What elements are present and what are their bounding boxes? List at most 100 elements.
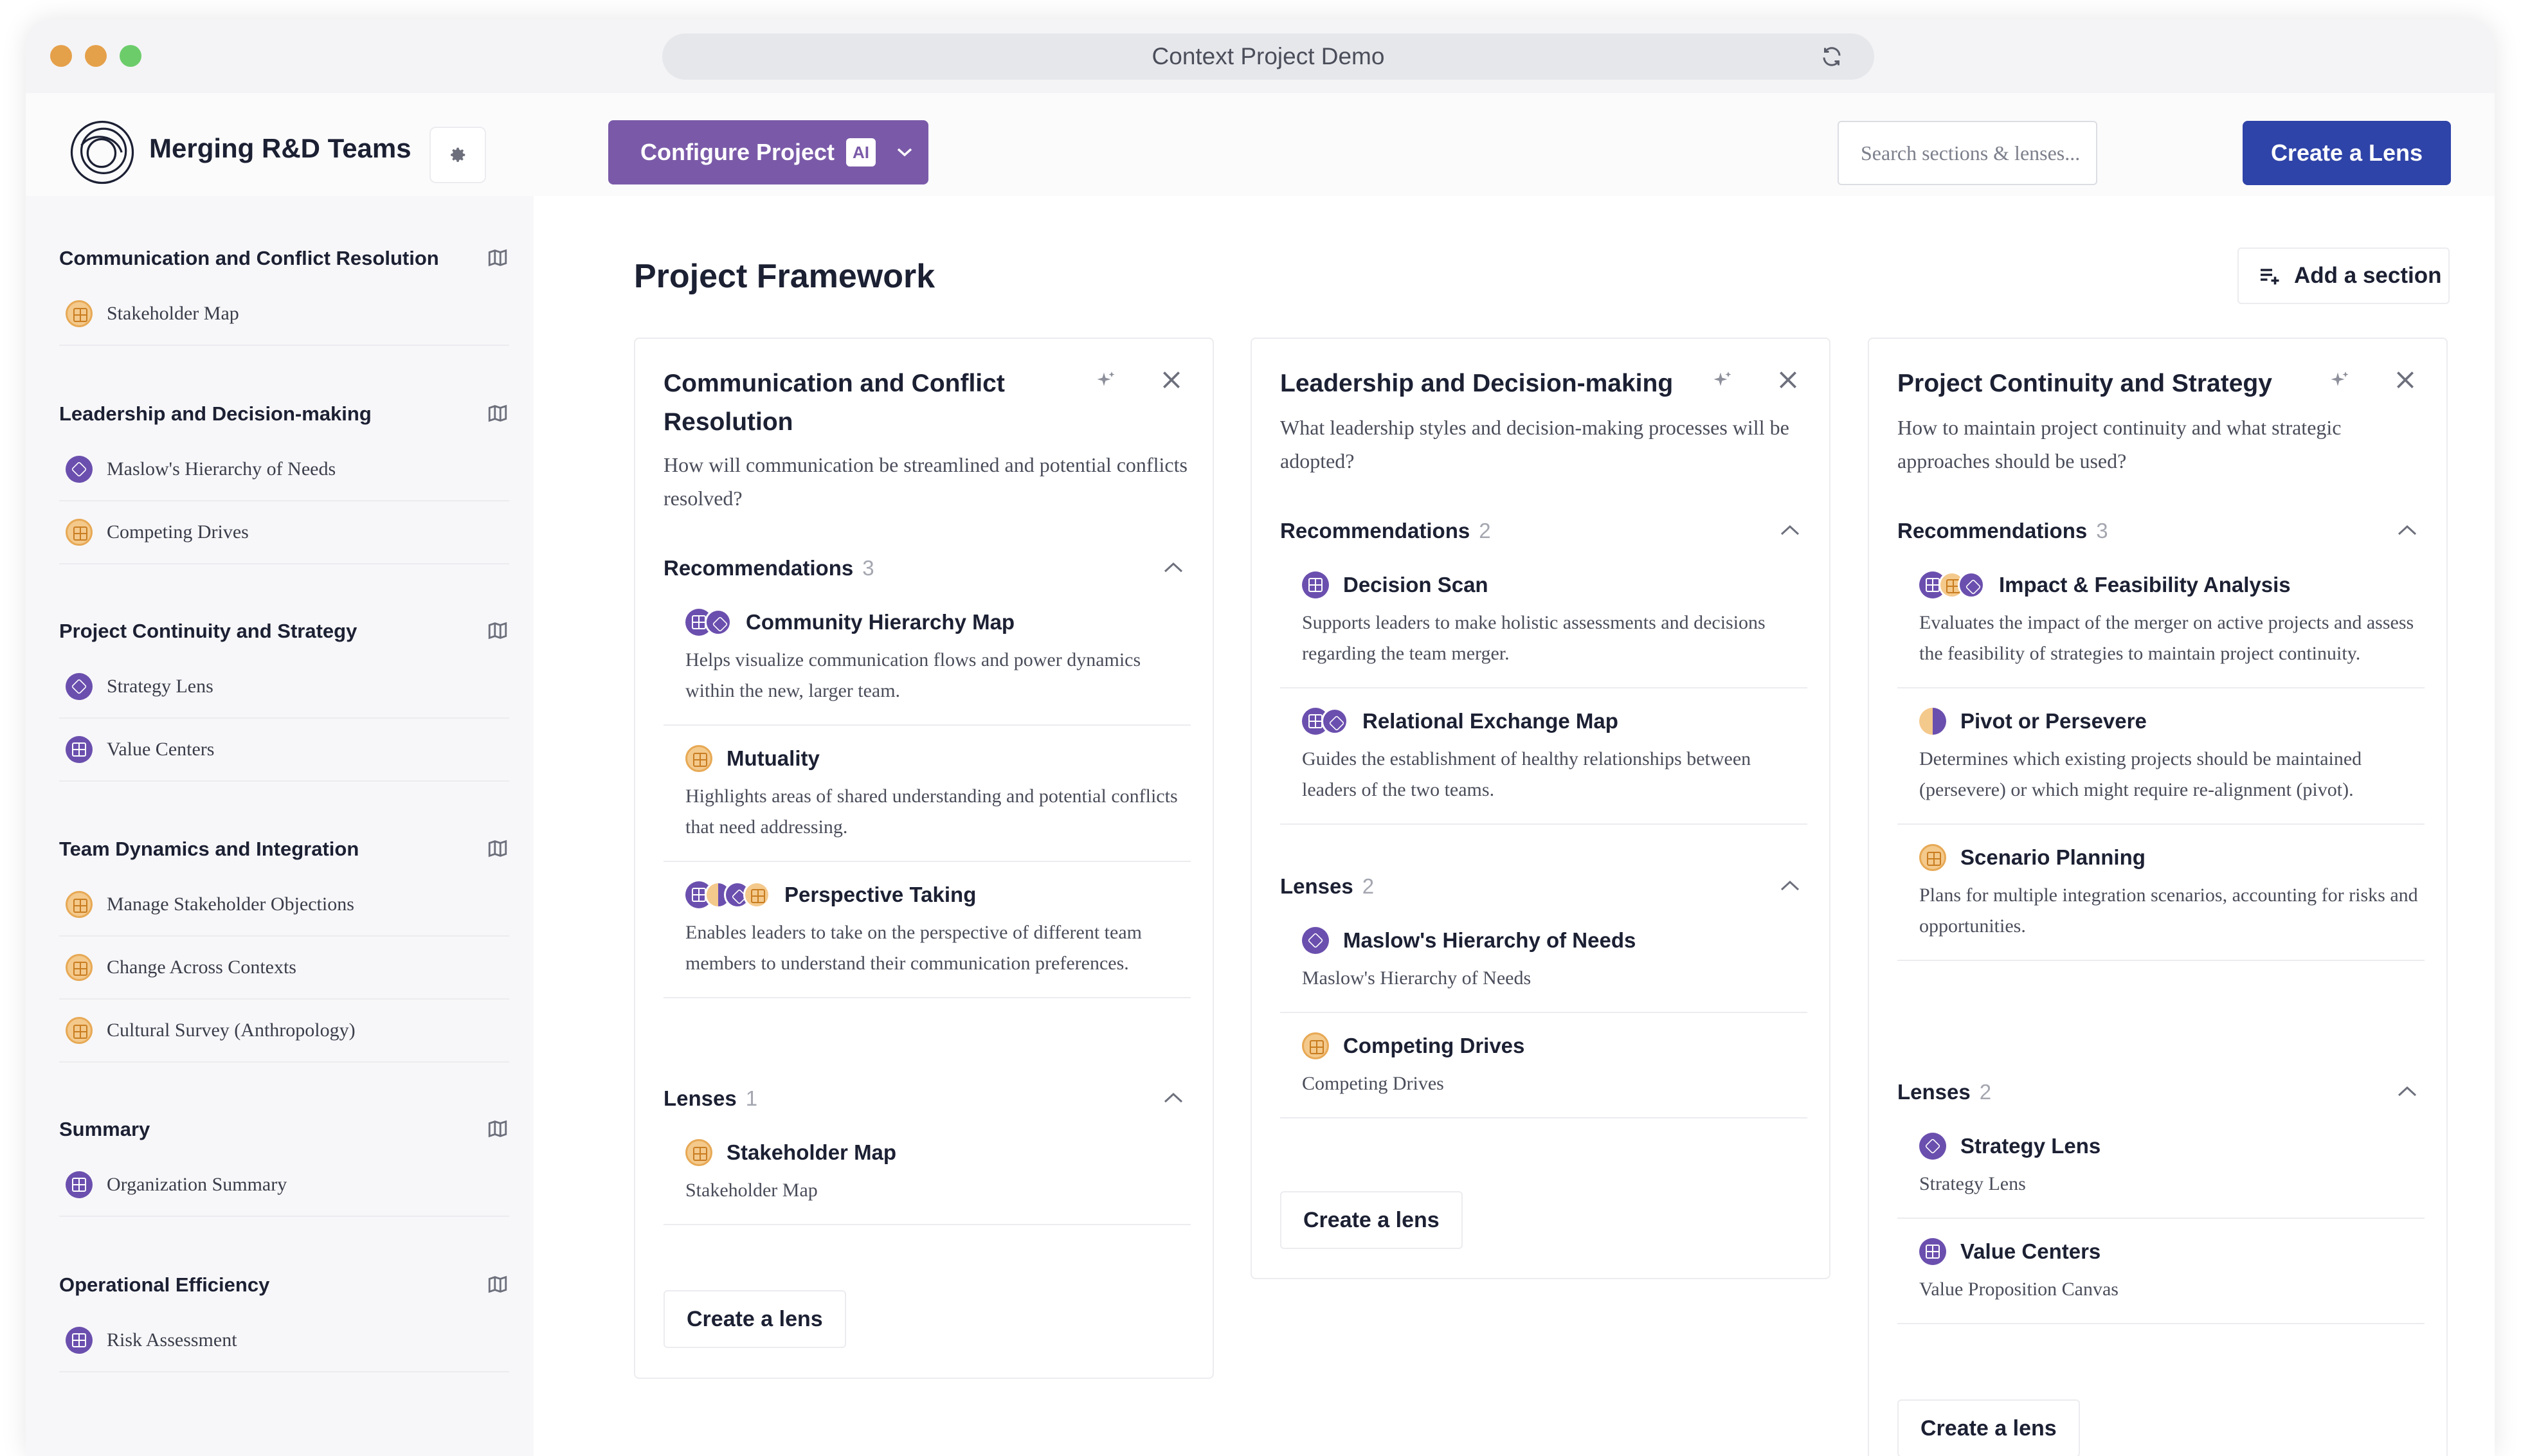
create-lens-small-button[interactable]: Create a lens <box>1897 1399 2080 1456</box>
sidebar-section-header[interactable]: Operational Efficiency <box>59 1264 509 1309</box>
add-list-icon <box>2261 269 2279 285</box>
minimize-window-button[interactable] <box>85 45 107 67</box>
sidebar-item[interactable]: Organization Summary <box>59 1154 509 1217</box>
gear-icon <box>451 147 465 162</box>
sidebar-section: Leadership and Decision-making Maslow's … <box>59 393 509 564</box>
lens-item[interactable]: Value Centers Value Proposition Canvas <box>1897 1219 2425 1324</box>
chevron-up-icon[interactable] <box>1779 523 1801 537</box>
sparkle-icon[interactable] <box>2328 370 2351 393</box>
grid-lens-icon <box>66 1171 93 1198</box>
sidebar-item-label: Risk Assessment <box>107 1329 237 1351</box>
recommendations-header[interactable]: Recommendations 3 <box>1897 514 2425 552</box>
lens-title: Competing Drives <box>1343 1034 1525 1057</box>
lens-item[interactable]: Competing Drives Competing Drives <box>1280 1013 1807 1119</box>
chevron-up-icon[interactable] <box>1162 1090 1184 1104</box>
sidebar-item-label: Manage Stakeholder Objections <box>107 894 354 915</box>
sidebar-section-header[interactable]: Communication and Conflict Resolution <box>59 238 509 283</box>
sidebar-item[interactable]: Stakeholder Map <box>59 283 509 346</box>
layers-lens-icon <box>1919 1133 1946 1160</box>
create-lens-small-button[interactable]: Create a lens <box>1280 1191 1463 1249</box>
maximize-window-button[interactable] <box>120 45 141 67</box>
recommendations-header[interactable]: Recommendations 3 <box>664 551 1191 589</box>
settings-button[interactable] <box>429 127 486 183</box>
sidebar-section-title: Project Continuity and Strategy <box>59 620 357 642</box>
chevron-up-icon[interactable] <box>2396 1084 2418 1098</box>
recommendation-item[interactable]: Scenario Planning Plans for multiple int… <box>1897 825 2425 961</box>
lenses-header[interactable]: Lenses 1 <box>664 1081 1191 1120</box>
logo-icon <box>70 120 134 184</box>
recommendation-item[interactable]: Impact & Feasibility Analysis Evaluates … <box>1897 552 2425 688</box>
address-bar[interactable]: Context Project Demo <box>662 33 1874 80</box>
sparkle-icon[interactable] <box>1094 370 1117 393</box>
card-description: How to maintain project continuity and w… <box>1897 416 2342 472</box>
lenses-label: Lenses <box>1280 874 1353 898</box>
sidebar: Communication and Conflict Resolution St… <box>26 196 534 1456</box>
sidebar-section-header[interactable]: Project Continuity and Strategy <box>59 611 509 656</box>
create-lens-small-button[interactable]: Create a lens <box>664 1290 846 1348</box>
recommendation-description: Evaluates the impact of the merger on ac… <box>1919 612 2414 664</box>
sidebar-item[interactable]: Value Centers <box>59 719 509 782</box>
lens-icon-stack <box>1302 708 1348 735</box>
card-description: How will communication be streamlined an… <box>664 453 1188 510</box>
sidebar-item[interactable]: Maslow's Hierarchy of Needs <box>59 438 509 501</box>
map-icon[interactable] <box>486 620 509 642</box>
chevron-up-icon[interactable] <box>2396 523 2418 537</box>
sidebar-item[interactable]: Competing Drives <box>59 501 509 564</box>
map-icon[interactable] <box>486 1273 509 1295</box>
lens-description: Competing Drives <box>1302 1073 1444 1094</box>
close-icon[interactable] <box>1159 367 1184 393</box>
recommendations-label: Recommendations <box>1280 519 1470 543</box>
close-window-button[interactable] <box>50 45 72 67</box>
create-lens-button[interactable]: Create a Lens <box>2243 121 2451 185</box>
map-icon[interactable] <box>486 402 509 424</box>
section-card: Leadership and Decision-making What lead… <box>1251 337 1830 1279</box>
recommendation-item[interactable]: Relational Exchange Map Guides the estab… <box>1280 688 1807 825</box>
map-icon[interactable] <box>486 838 509 859</box>
lens-item[interactable]: Stakeholder Map Stakeholder Map <box>664 1120 1191 1225</box>
lens-title: Stakeholder Map <box>727 1140 897 1164</box>
lenses-count: 1 <box>745 1086 758 1110</box>
map-icon[interactable] <box>486 1118 509 1140</box>
recommendation-item[interactable]: Perspective Taking Enables leaders to ta… <box>664 862 1191 998</box>
sidebar-item[interactable]: Manage Stakeholder Objections <box>59 874 509 937</box>
main-content: Project Framework Add a section Communic… <box>534 196 2495 1456</box>
sidebar-item-label: Maslow's Hierarchy of Needs <box>107 458 336 480</box>
close-icon[interactable] <box>2392 367 2418 393</box>
chevron-up-icon[interactable] <box>1779 878 1801 892</box>
sidebar-item-label: Change Across Contexts <box>107 957 296 978</box>
lens-item[interactable]: Maslow's Hierarchy of Needs Maslow's Hie… <box>1280 908 1807 1013</box>
add-section-button[interactable]: Add a section <box>2237 247 2450 304</box>
sidebar-item[interactable]: Change Across Contexts <box>59 937 509 1000</box>
close-icon[interactable] <box>1775 367 1801 393</box>
sidebar-section-title: Summary <box>59 1118 150 1140</box>
chevron-up-icon[interactable] <box>1162 560 1184 574</box>
lenses-header[interactable]: Lenses 2 <box>1897 1075 2425 1113</box>
sidebar-section-header[interactable]: Summary <box>59 1109 509 1154</box>
reload-icon[interactable] <box>1820 45 1843 68</box>
sidebar-section: Summary Organization Summary <box>59 1109 509 1217</box>
sidebar-section-header[interactable]: Team Dynamics and Integration <box>59 829 509 874</box>
configure-project-button[interactable]: Configure Project AI <box>608 120 928 184</box>
sidebar-item-label: Value Centers <box>107 739 215 760</box>
grid-lens-icon <box>1302 1032 1329 1059</box>
configure-project-label: Configure Project <box>640 139 835 165</box>
sparkle-icon[interactable] <box>1711 370 1734 393</box>
sidebar-item-label: Strategy Lens <box>107 676 213 697</box>
sidebar-item[interactable]: Strategy Lens <box>59 656 509 719</box>
card-title: Project Continuity and Strategy <box>1897 370 2272 397</box>
sidebar-section: Operational Efficiency Risk Assessment <box>59 1264 509 1372</box>
recommendation-item[interactable]: Pivot or Persevere Determines which exis… <box>1897 688 2425 825</box>
recommendation-item[interactable]: Community Hierarchy Map Helps visualize … <box>664 589 1191 726</box>
recommendation-item[interactable]: Mutuality Highlights areas of shared und… <box>664 726 1191 862</box>
recommendation-title: Mutuality <box>727 746 820 770</box>
map-icon[interactable] <box>486 247 509 269</box>
sidebar-item[interactable]: Cultural Survey (Anthropology) <box>59 1000 509 1063</box>
recommendation-item[interactable]: Decision Scan Supports leaders to make h… <box>1280 552 1807 688</box>
recommendations-header[interactable]: Recommendations 2 <box>1280 514 1807 552</box>
lenses-header[interactable]: Lenses 2 <box>1280 869 1807 908</box>
lens-item[interactable]: Strategy Lens Strategy Lens <box>1897 1113 2425 1219</box>
search-input[interactable] <box>1838 121 2097 185</box>
sidebar-item[interactable]: Risk Assessment <box>59 1309 509 1372</box>
sidebar-section-header[interactable]: Leadership and Decision-making <box>59 393 509 438</box>
sidebar-item-label: Competing Drives <box>107 521 249 543</box>
